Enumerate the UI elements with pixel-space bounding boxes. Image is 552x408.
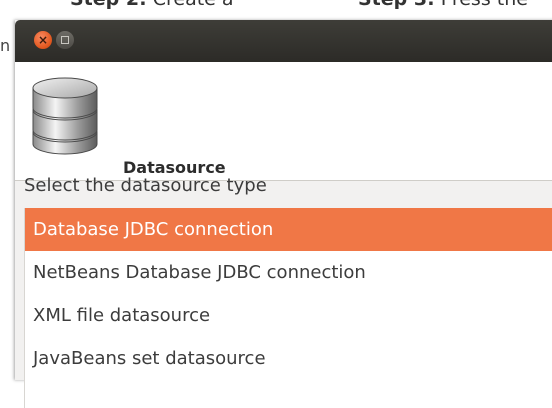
background-step3-text: Step 3: Press the — [358, 0, 528, 10]
list-item-netbeans-jdbc[interactable]: NetBeans Database JDBC connection — [25, 251, 552, 294]
window-titlebar[interactable]: × — [15, 20, 552, 62]
database-icon — [32, 77, 98, 155]
datasource-type-prompt: Select the datasource type — [24, 175, 267, 196]
background-step2-text: Step 2: Create a — [70, 0, 234, 10]
maximize-icon[interactable] — [56, 31, 74, 49]
datasource-dialog: × Datasource Select the datasource type … — [15, 20, 552, 408]
list-item-xml-file[interactable]: XML file datasource — [25, 294, 552, 337]
datasource-type-list[interactable]: Database JDBC connection NetBeans Databa… — [24, 208, 552, 408]
list-item-database-jdbc[interactable]: Database JDBC connection — [25, 208, 552, 251]
close-icon[interactable]: × — [34, 31, 52, 49]
list-item-javabeans-set[interactable]: JavaBeans set datasource — [25, 337, 552, 380]
dialog-header: Datasource — [15, 62, 552, 181]
background-left-fragment: n — [0, 36, 11, 55]
